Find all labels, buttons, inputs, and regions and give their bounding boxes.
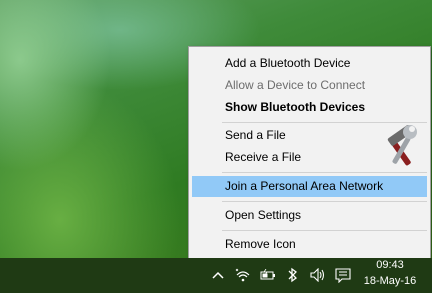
volume-icon[interactable] [308, 265, 328, 285]
menu-item-remove-icon[interactable]: Remove Icon [192, 234, 427, 255]
menu-separator [222, 172, 427, 173]
tools-icon [387, 125, 417, 166]
menu-item-label: Allow a Device to Connect [225, 78, 366, 92]
menu-item-join-personal-area-network[interactable]: Join a Personal Area Network [192, 176, 427, 197]
menu-item-label: Join a Personal Area Network [225, 179, 384, 193]
bluetooth-icon[interactable] [283, 265, 303, 285]
clock-date: 18-May-16 [363, 275, 417, 287]
menu-separator [222, 230, 427, 231]
chevron-up-icon[interactable] [208, 265, 228, 285]
menu-item-label: Show Bluetooth Devices [225, 100, 366, 114]
battery-icon[interactable] [258, 265, 278, 285]
menu-item-label: Add a Bluetooth Device [225, 56, 351, 70]
action-center-icon[interactable] [333, 265, 353, 285]
bluetooth-context-menu: Add a Bluetooth Device Allow a Device to… [188, 46, 431, 260]
menu-item-label: Remove Icon [225, 237, 296, 251]
clock-time: 09:43 [376, 259, 404, 271]
wifi-icon[interactable] [233, 265, 253, 285]
taskbar-clock[interactable]: 09:43 18-May-16 [360, 258, 420, 293]
system-tray [208, 264, 358, 286]
menu-item-open-settings[interactable]: Open Settings [192, 205, 427, 226]
menu-separator [222, 201, 427, 202]
menu-item-add-bluetooth-device[interactable]: Add a Bluetooth Device [192, 53, 427, 74]
menu-item-label: Receive a File [225, 150, 302, 164]
menu-item-label: Send a File [225, 128, 286, 142]
menu-item-allow-device-to-connect: Allow a Device to Connect [192, 75, 427, 96]
menu-item-show-bluetooth-devices[interactable]: Show Bluetooth Devices [192, 97, 427, 118]
menu-item-label: Open Settings [225, 208, 302, 222]
